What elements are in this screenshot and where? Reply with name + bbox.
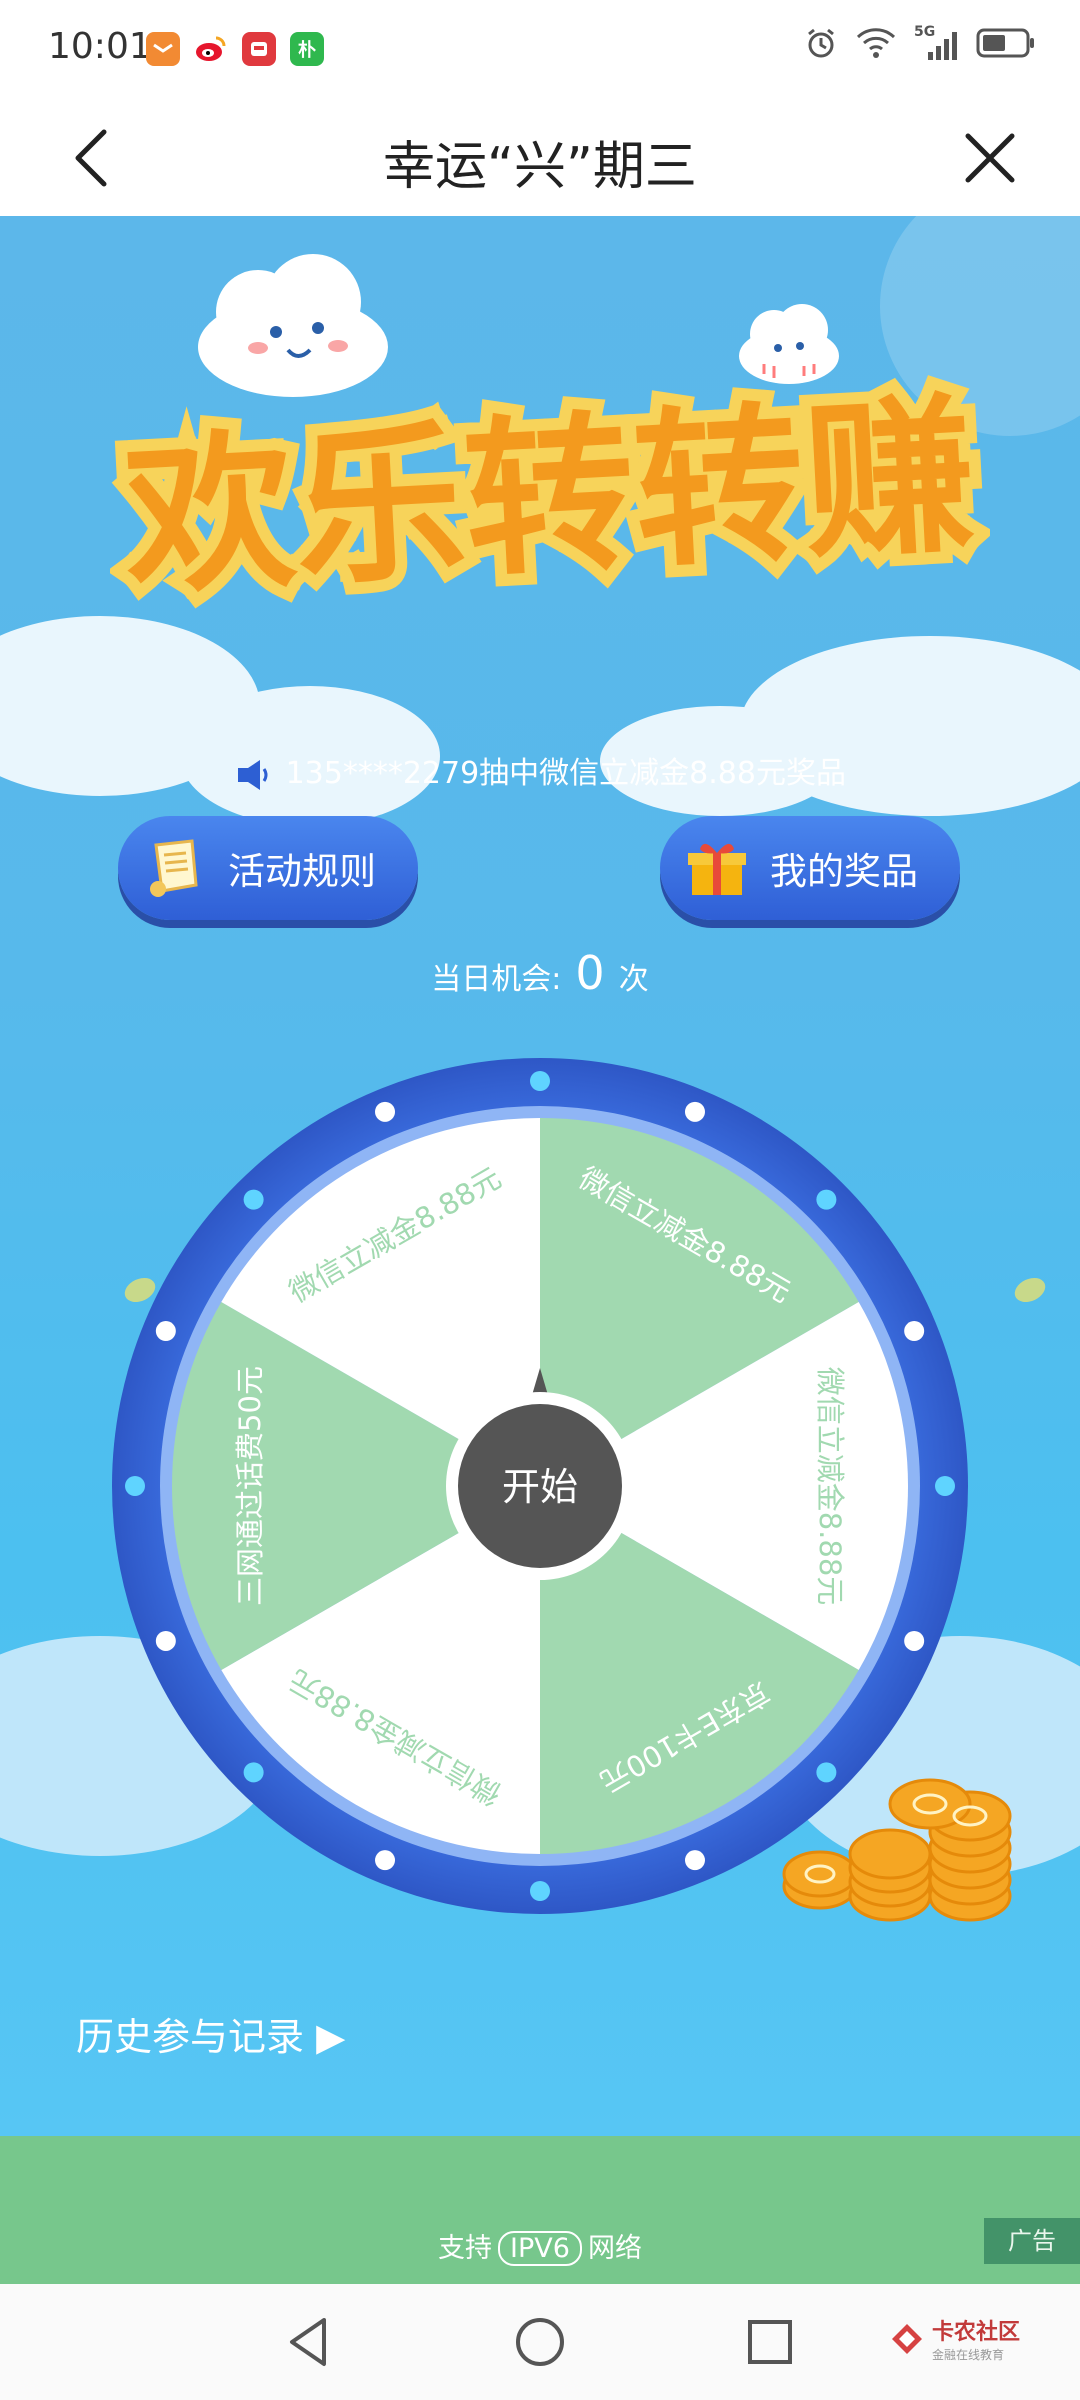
gift-icon: [688, 843, 746, 895]
small-coin-decoration: [124, 1277, 156, 1303]
alarm-icon: [808, 28, 834, 58]
status-right: 5G: [804, 24, 1036, 60]
wheel-light: [684, 1101, 705, 1122]
battery-icon: [976, 28, 1034, 58]
wheel-light: [125, 1476, 145, 1496]
weibo-icon: [194, 32, 228, 66]
winner-ticker: 135****2279抽中微信立减金8.88元奖品: [0, 748, 1080, 793]
ticker-text: 135****2279抽中微信立减金8.88元奖品: [285, 756, 846, 791]
page-title: 幸运“兴”期三: [383, 137, 697, 197]
wheel-light: [935, 1476, 955, 1496]
my-prizes-button[interactable]: 我的奖品: [660, 816, 960, 920]
wheel-light: [243, 1762, 264, 1783]
wheel-light: [904, 1630, 925, 1651]
nav-recents-button[interactable]: [740, 2312, 800, 2372]
ipv6-support: 支持 IPV6 网络: [0, 2226, 1080, 2266]
wheel-segment-label: 微信立减金8.88元: [813, 1367, 847, 1606]
network-label: 网络: [587, 2233, 642, 2264]
nav-back-button[interactable]: [280, 2312, 340, 2372]
my-prizes-button-label: 我的奖品: [770, 850, 918, 893]
ipv6-badge: IPV6: [498, 2231, 582, 2266]
wheel-light: [243, 1189, 264, 1210]
wheel-light: [530, 1071, 550, 1091]
status-bar: 10:01 朴 5G: [0, 0, 1080, 100]
wheel-light: [684, 1850, 705, 1871]
ad-badge[interactable]: 广告: [984, 2218, 1080, 2264]
title-bar: 幸运“兴”期三: [0, 100, 1080, 217]
close-icon: [965, 133, 1015, 183]
wheel-light: [375, 1850, 396, 1871]
main-content: 欢乐转转赚 135****2279抽中微信立减金8.88元奖品 活动规则 我的奖…: [0, 216, 1080, 2136]
small-coin-decoration: [1014, 1277, 1046, 1303]
daily-chances: 当日机会: 0 次: [0, 946, 1080, 1000]
wheel-light: [816, 1189, 837, 1210]
rules-button-label: 活动规则: [228, 850, 376, 893]
wheel-light: [155, 1630, 176, 1651]
speaker-icon: [238, 759, 268, 790]
watermark-logo-icon: [891, 2323, 922, 2354]
coin-stack-decoration: [782, 1778, 1012, 1922]
signal-icon: 5G: [914, 24, 958, 60]
wheel-segment-label: 三网通过话费50元: [233, 1366, 267, 1606]
chances-label: 当日机会:: [431, 962, 562, 997]
scroll-icon: [150, 839, 198, 897]
support-label: 支持: [438, 2233, 493, 2264]
watermark: 卡农社区 金融在线教育: [890, 2314, 1020, 2363]
footer: 支持 IPV6 网络 广告: [0, 2136, 1080, 2284]
close-button[interactable]: [960, 126, 1020, 190]
start-button-label: 开始: [502, 1465, 578, 1509]
wifi-icon: [856, 28, 896, 58]
wheel-light: [375, 1101, 396, 1122]
rules-button[interactable]: 活动规则: [118, 816, 418, 920]
watermark-subtitle: 金融在线教育: [931, 2348, 1004, 2362]
taobao-icon: [146, 32, 180, 66]
app-icon: [242, 32, 276, 66]
nav-home-button[interactable]: [510, 2312, 570, 2372]
wheel-light: [155, 1321, 176, 1342]
banner-title-graphic: 欢乐转转赚: [110, 366, 990, 631]
status-time: 10:01: [48, 26, 152, 67]
system-nav-bar: 卡农社区 金融在线教育: [0, 2284, 1080, 2400]
wheel-light: [530, 1881, 550, 1901]
start-button[interactable]: 开始: [458, 1404, 622, 1568]
wheel-light: [904, 1321, 925, 1342]
banner-title: 欢乐转转赚: [119, 377, 979, 619]
watermark-title: 卡农社区: [931, 2320, 1020, 2345]
chances-count: 0: [575, 946, 605, 1000]
history-link[interactable]: 历史参与记录 ▶: [76, 2006, 345, 2061]
notification-icons: 朴: [146, 32, 324, 66]
chances-unit: 次: [618, 962, 649, 997]
app-pu-icon: 朴: [290, 32, 324, 66]
